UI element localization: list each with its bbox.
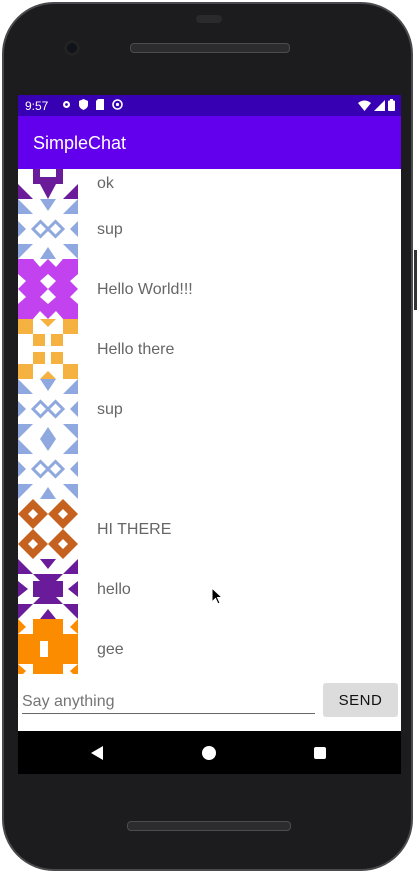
app-bar: SimpleChat	[18, 116, 401, 169]
signal-icon	[374, 99, 385, 114]
message-item[interactable]	[18, 439, 401, 499]
message-item[interactable]: hello	[18, 559, 401, 619]
app-screen: 9:57 SimpleChat ok sup Hello World!!! He…	[18, 95, 401, 731]
message-composer: SEND	[18, 674, 401, 731]
sd-card-icon	[95, 99, 106, 110]
back-icon[interactable]	[91, 746, 103, 760]
notification-icons	[61, 99, 123, 110]
settings-icon	[61, 99, 72, 110]
sync-icon	[112, 99, 123, 110]
identicon-avatar	[18, 379, 78, 439]
identicon-avatar	[18, 559, 78, 619]
message-item[interactable]: sup	[18, 199, 401, 259]
mouse-pointer-icon	[212, 588, 224, 605]
identicon-avatar	[18, 319, 78, 379]
message-text: sup	[97, 401, 123, 418]
message-text: Hello there	[97, 341, 175, 358]
message-item[interactable]: gee	[18, 619, 401, 674]
home-icon[interactable]	[202, 746, 216, 760]
message-text: HI THERE	[97, 521, 172, 538]
front-camera	[64, 40, 80, 56]
message-text: ok	[97, 175, 114, 192]
message-text: Hello World!!!	[97, 281, 193, 298]
wifi-icon	[358, 100, 371, 114]
send-button[interactable]: SEND	[323, 683, 398, 717]
recents-icon[interactable]	[314, 747, 326, 759]
identicon-avatar	[18, 619, 78, 674]
message-text: sup	[97, 221, 123, 238]
message-item[interactable]: sup	[18, 379, 401, 439]
identicon-avatar	[18, 499, 78, 559]
status-bar: 9:57	[18, 95, 401, 116]
bottom-speaker	[127, 821, 291, 831]
message-item[interactable]: ok	[18, 169, 401, 199]
sensor-bar	[196, 15, 222, 23]
message-text: gee	[97, 641, 124, 658]
shield-icon	[78, 99, 89, 110]
earpiece-speaker	[130, 43, 290, 53]
status-time: 9:57	[25, 99, 49, 113]
identicon-avatar	[18, 259, 78, 319]
message-item[interactable]: Hello World!!!	[18, 259, 401, 319]
phone-frame: 9:57 SimpleChat ok sup Hello World!!! He…	[0, 0, 417, 875]
identicon-avatar	[18, 169, 78, 199]
message-item[interactable]: Hello there	[18, 319, 401, 379]
app-title: SimpleChat	[33, 133, 127, 153]
message-list[interactable]: ok sup Hello World!!! Hello there sup HI…	[18, 169, 401, 674]
message-item[interactable]: HI THERE	[18, 499, 401, 559]
message-text: hello	[97, 581, 131, 598]
navigation-bar	[18, 731, 401, 774]
system-icons	[358, 99, 395, 114]
identicon-avatar	[18, 199, 78, 259]
identicon-avatar	[18, 439, 78, 499]
battery-icon	[388, 99, 395, 114]
message-input[interactable]	[22, 691, 315, 714]
